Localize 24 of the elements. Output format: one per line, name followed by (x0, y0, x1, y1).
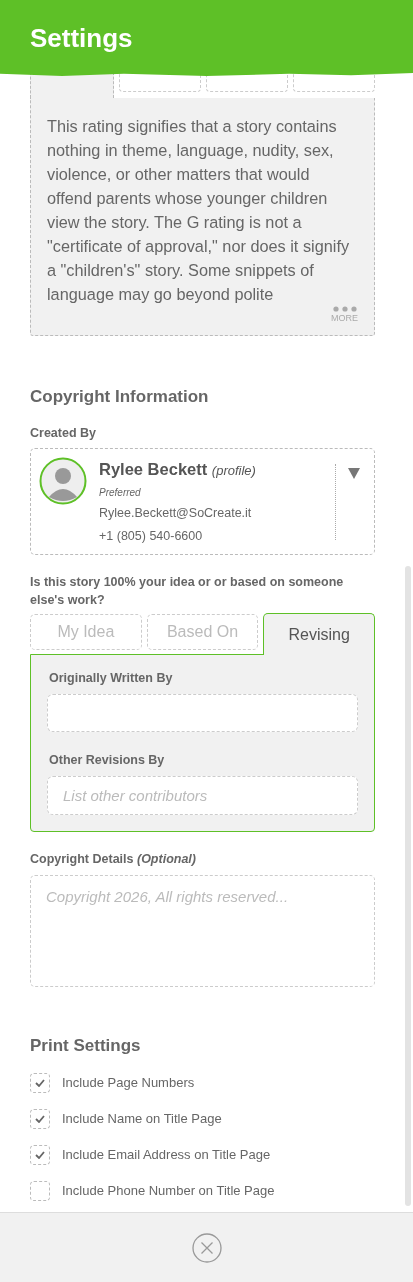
profile-name: Rylee Beckett (profile) (99, 459, 257, 481)
origin-tab[interactable]: Based On (146, 614, 259, 651)
profile-card[interactable]: Rylee Beckett (profile) Preferred Rylee.Beckett@SoCreate.it +1 (805) 540-6600 (30, 448, 375, 556)
other-revisions-field[interactable]: List other contributors (47, 775, 358, 815)
field-label: Other Revisions By (49, 752, 166, 769)
section-heading: Print Settings (30, 1034, 142, 1057)
origin-tab[interactable]: My Idea (30, 614, 142, 651)
preferred-label: Preferred (99, 486, 142, 500)
question-label: Is this story 100% your idea or or based on someone else's work? (30, 574, 345, 610)
origin-tab[interactable]: Revising (263, 613, 375, 656)
checkbox-label: Include Email Address on Title Page (62, 1146, 271, 1165)
section-heading: Copyright Information (30, 386, 210, 408)
header-title: Settings (30, 21, 133, 55)
profile-email: Rylee.Beckett@SoCreate.it (99, 505, 253, 522)
checkbox-label: Include Phone Number on Title Page (62, 1182, 275, 1201)
rating-description: This rating signifies that a story contains nothing in theme, language, nudity, sex, violence, or other matters that would offend parents whose younger children view the story. The G rating is not a "certificate of approval," nor does it signify a "children's" story. Some snippets of language may go beyond polite (47, 116, 351, 304)
more-button[interactable]: MORE (331, 305, 358, 325)
field-label: Copyright Details (Optional) (30, 850, 197, 868)
field-label: Originally Written By (49, 670, 174, 688)
profile-phone: +1 (805) 540-6600 (99, 527, 204, 545)
checkbox-label: Include Name on Title Page (62, 1110, 222, 1129)
copyright-details-field[interactable]: Copyright 2026, All rights reserved... (30, 874, 375, 987)
checkbox-label: Include Page Numbers (62, 1074, 195, 1093)
field-label: Created By (30, 424, 97, 442)
